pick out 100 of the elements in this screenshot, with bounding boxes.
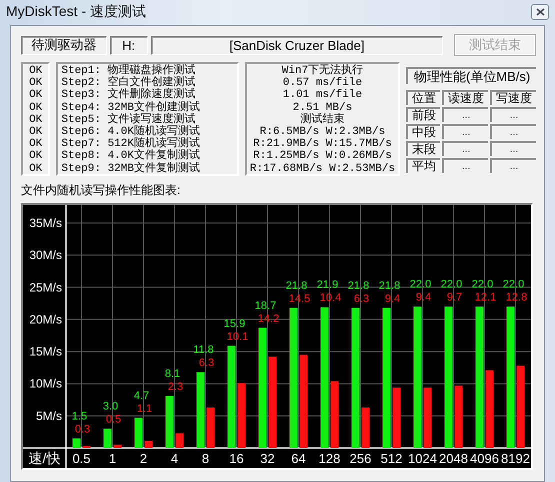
axis-label: 35M/s [29, 216, 62, 230]
value-label: 12.8 [506, 292, 528, 304]
table-cell: ... [442, 107, 488, 122]
axis-label: 8 [202, 451, 210, 466]
value-label: 15.9 [224, 318, 246, 330]
step-name: Step5: 文件读写速度测试 [61, 114, 234, 126]
value-label: 0.5 [106, 414, 122, 426]
value-label: 22.0 [472, 278, 494, 291]
value-label: 9.4 [416, 292, 432, 304]
axis-label: 5M/s [36, 408, 62, 423]
value-label: 11.8 [193, 344, 214, 356]
status-text: OK [29, 114, 42, 126]
table-cell: 前段 [406, 107, 440, 122]
step-result: R:17.68MB/s W:2.53MB/s [250, 162, 396, 175]
table-cell: ... [442, 141, 488, 156]
status-text: OK [29, 138, 42, 150]
table-cell: 中段 [406, 124, 440, 139]
axis-label: 10M/s [29, 376, 62, 391]
value-label: 14.5 [288, 292, 310, 305]
axis-label: 0.5 [72, 451, 91, 466]
axis-label: 8192 [501, 451, 530, 466]
window-title: MyDiskTest - 速度测试 [6, 3, 146, 21]
status-text: OK [29, 150, 42, 163]
step-result: Win7下无法执行 [282, 65, 364, 77]
status-text: OK [29, 126, 42, 138]
table-cell: 末段 [406, 141, 440, 156]
close-button[interactable] [531, 4, 549, 20]
read-bar [72, 438, 80, 448]
axis-label: 512 [380, 451, 402, 466]
value-label: 10.4 [320, 292, 342, 304]
axis-label: 1024 [408, 451, 437, 466]
table-cell: ... [490, 124, 536, 139]
value-label: 0.3 [74, 423, 90, 436]
table-cell: ... [442, 124, 488, 139]
step-result: 测试结束 [300, 114, 344, 126]
step-name: Step6: 4.0K随机读写测试 [61, 126, 201, 138]
step-name: Step3: 文件删除速度测试 [61, 89, 196, 102]
value-label: 9.7 [446, 292, 462, 304]
value-label: 18.7 [254, 300, 276, 312]
column-header: 位置 [406, 90, 440, 105]
write-bar [144, 440, 152, 448]
write-bar [114, 444, 122, 448]
read-bar [134, 418, 142, 448]
value-label: 3.0 [102, 400, 118, 413]
write-bar [176, 433, 184, 448]
value-label: 1.1 [136, 402, 152, 415]
physical-title: 物理性能(单位MB/s) [406, 67, 536, 84]
chart-title: 文件内随机读写操作性能图表: [21, 182, 180, 199]
status-text: OK [29, 162, 42, 175]
step-name: Step7: 512K随机读写测试 [61, 138, 201, 150]
write-bar [424, 388, 432, 448]
step-name: Step8: 4.0K文件复制测试 [61, 150, 201, 162]
value-label: 21.8 [286, 280, 308, 292]
table-cell: ... [442, 158, 488, 173]
value-label: 9.4 [384, 292, 400, 305]
status-text: OK [29, 65, 42, 78]
value-label: 8.1 [164, 368, 180, 380]
status-text: OK [29, 102, 42, 114]
value-label: 12.1 [474, 292, 496, 304]
axis-corner-label: 速/快 [28, 450, 60, 466]
column-header: 写速度 [490, 90, 536, 105]
step-result: 0.57 ms/file [282, 77, 362, 90]
axis-label: 128 [318, 451, 340, 466]
axis-label: 16 [229, 451, 244, 466]
write-bar [206, 408, 214, 448]
step-result: R:6.5MB/s W:2.3MB/s [260, 126, 386, 138]
axis-label: 32 [260, 451, 275, 466]
status-text: OK [29, 77, 42, 90]
value-label: 22.0 [440, 278, 462, 291]
axis-label: 2 [140, 451, 148, 466]
axis-label: 30M/s [29, 248, 62, 262]
axis-label: 256 [350, 451, 372, 466]
step-result: R:21.9MB/s W:15.7MB/s [253, 138, 392, 150]
value-label: 4.7 [134, 390, 150, 402]
drive-name: [SanDisk Cruzer Blade] [150, 36, 444, 54]
axis-label: 4 [170, 451, 178, 466]
value-label: 21.8 [348, 280, 370, 292]
value-label: 6.3 [198, 357, 214, 370]
value-label: 1.5 [72, 410, 88, 422]
value-label: 10.1 [226, 330, 248, 343]
axis-label: 25M/s [29, 280, 62, 294]
table-cell: ... [490, 141, 536, 156]
value-label: 14.2 [258, 312, 280, 325]
axis-label: 1 [108, 451, 116, 466]
step-name: Step4: 32MB文件创建测试 [61, 102, 201, 114]
table-cell: ... [490, 158, 536, 173]
write-bar [238, 383, 246, 448]
step-result: 1.01 ms/file [282, 89, 362, 102]
value-label: 22.0 [410, 278, 432, 291]
read-bar [104, 428, 112, 448]
write-bar [392, 388, 400, 448]
step-result: R:1.25MB/s W:0.26MB/s [253, 150, 392, 163]
value-label: 21.8 [378, 280, 400, 292]
step-name: Step9: 32MB文件复制测试 [61, 162, 201, 175]
write-bar [330, 381, 338, 448]
step-result: 2.51 MB/s [292, 102, 352, 114]
axis-label: 15M/s [29, 344, 62, 359]
value-label: 21.9 [316, 279, 338, 292]
step-name: Step1: 物理磁盘操作测试 [61, 65, 197, 77]
value-label: 22.0 [502, 278, 524, 291]
